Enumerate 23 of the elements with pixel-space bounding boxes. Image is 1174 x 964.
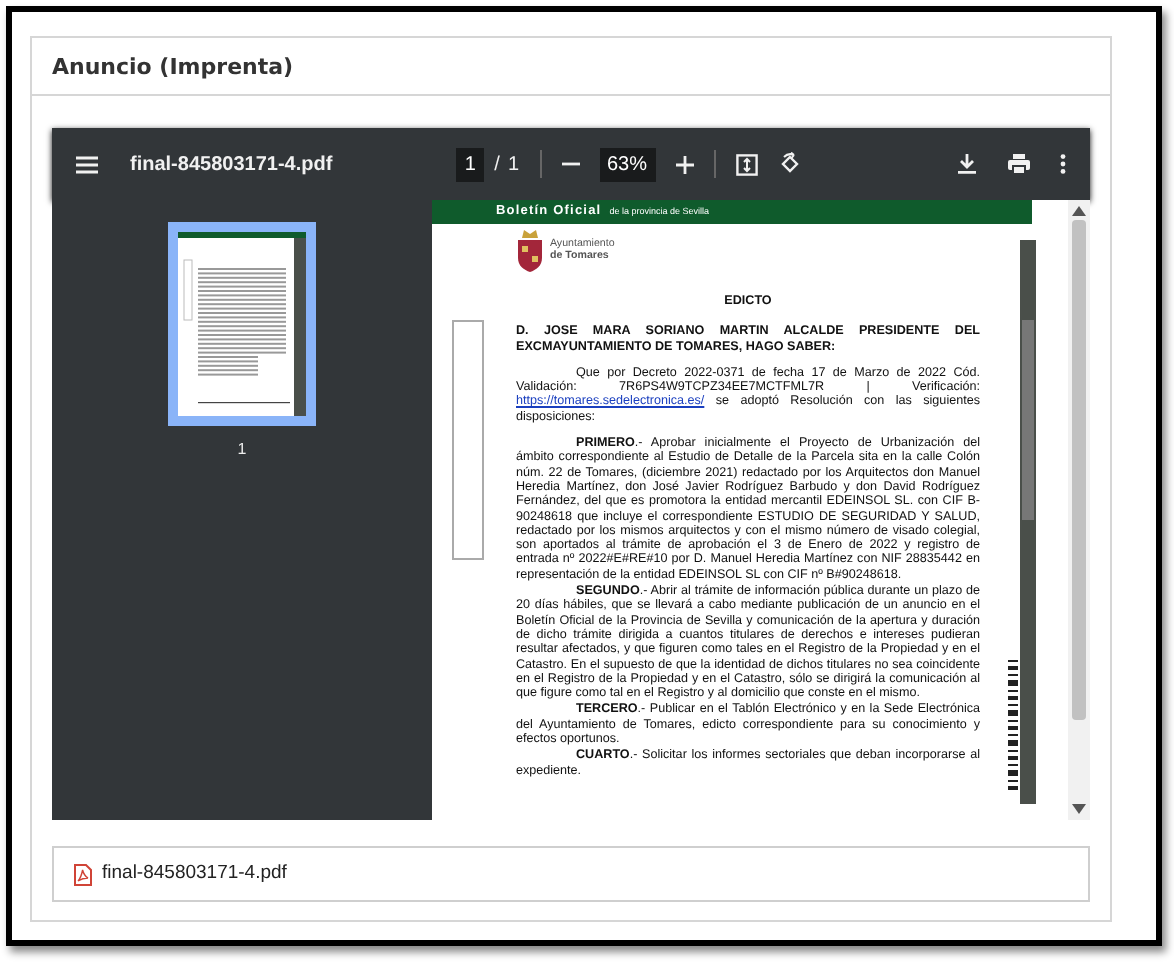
more-options-icon[interactable] [1060, 154, 1066, 174]
menu-icon[interactable] [76, 155, 98, 173]
zoom-field[interactable]: 63% [599, 147, 656, 181]
scroll-up-icon[interactable] [1072, 206, 1086, 216]
coat-of-arms-icon [516, 226, 544, 274]
pdf-file-icon [74, 863, 92, 885]
download-icon[interactable] [958, 154, 976, 174]
zoom-in-icon[interactable] [675, 155, 694, 173]
fit-page-icon[interactable] [735, 153, 758, 175]
print-icon[interactable] [1008, 154, 1030, 174]
attachment-row[interactable]: final-845803171-4.pdf [52, 846, 1090, 902]
scrollbar[interactable] [1068, 200, 1090, 820]
page-number-field[interactable]: 1 [456, 147, 485, 181]
page-separator: / [494, 151, 500, 179]
page-thumbnail[interactable] [168, 222, 316, 426]
file-name: final-845803171-4.pdf [130, 151, 333, 179]
attachment-file-name[interactable]: final-845803171-4.pdf [102, 859, 287, 889]
card-title: Anuncio (Imprenta) [52, 54, 294, 80]
page-total: 1 [507, 151, 520, 179]
scroll-down-icon[interactable] [1072, 804, 1086, 814]
rotate-icon[interactable] [777, 152, 802, 176]
thumbnail-page-number: 1 [237, 438, 247, 462]
scroll-thumb[interactable] [1072, 220, 1086, 720]
